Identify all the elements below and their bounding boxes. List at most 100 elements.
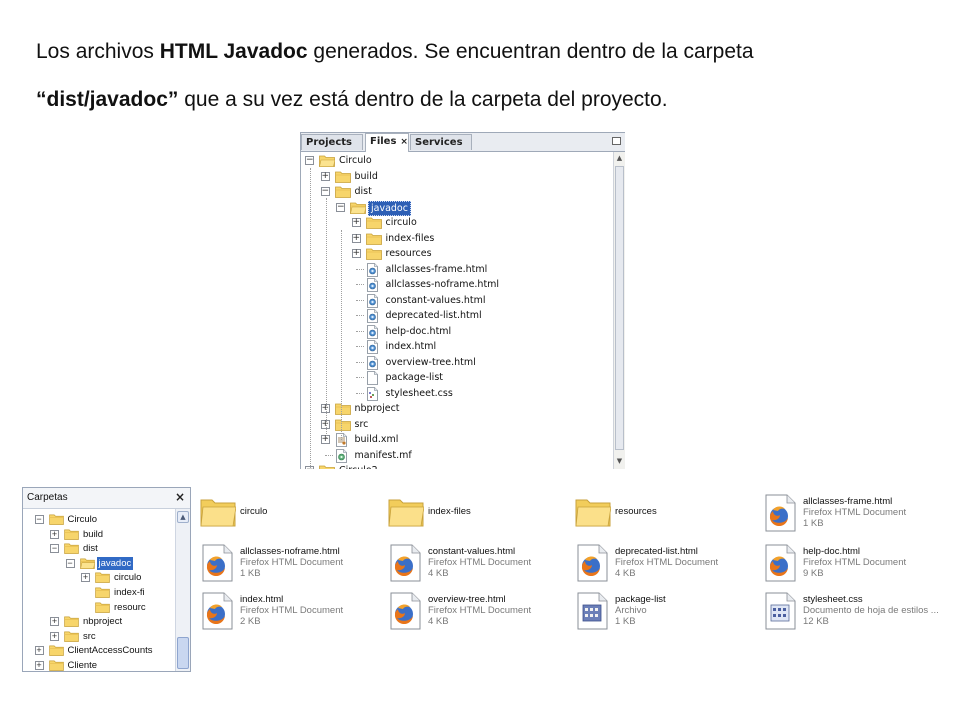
expand-icon[interactable]: +: [50, 529, 59, 539]
vertical-scrollbar[interactable]: ▲ ▼: [613, 152, 625, 469]
file-tile[interactable]: deprecated-list.html Firefox HTML Documen…: [575, 544, 755, 588]
tree-node-label: index-files: [385, 232, 435, 244]
tree-node-label: Circulo2: [337, 464, 380, 469]
tree-node-label: allclasses-frame.html: [385, 263, 488, 275]
folder-node-label: ClientAccessCounts: [67, 645, 153, 657]
file-tile[interactable]: allclasses-frame.html Firefox HTML Docume…: [763, 494, 943, 538]
file-tile[interactable]: circulo: [200, 494, 380, 538]
firefox-document-icon: [388, 544, 424, 584]
tree-node[interactable]: −Circulo2: [301, 463, 611, 469]
folder-node-label: build: [83, 528, 104, 540]
tree-node[interactable]: deprecated-list.html: [301, 308, 611, 323]
tree-node[interactable]: + resources: [301, 246, 611, 261]
minimize-icon[interactable]: [612, 137, 621, 145]
close-icon[interactable]: ×: [175, 490, 185, 504]
expand-icon[interactable]: +: [351, 233, 361, 243]
expand-icon[interactable]: +: [351, 249, 361, 258]
file-tile[interactable]: allclasses-noframe.html Firefox HTML Docu…: [200, 544, 380, 588]
folder-icon: [200, 494, 237, 534]
expand-icon[interactable]: +: [50, 631, 59, 641]
tree-node[interactable]: stylesheet.css: [301, 386, 611, 401]
tab-services[interactable]: Services: [410, 134, 472, 150]
folder-node[interactable]: + src: [23, 629, 173, 644]
tree-node-label: package-list: [385, 372, 444, 383]
tree-node[interactable]: overview-tree.html: [301, 355, 611, 370]
folder-node[interactable]: + circulo: [23, 570, 173, 585]
tree-node[interactable]: − dist: [301, 184, 611, 199]
tree-node[interactable]: index.html: [301, 339, 611, 354]
folder-icon: [388, 494, 425, 534]
scrollbar-thumb[interactable]: [177, 637, 189, 669]
scroll-up-icon[interactable]: ▲: [615, 153, 624, 163]
tree-node[interactable]: + nbproject: [301, 401, 611, 416]
expand-icon[interactable]: +: [34, 661, 44, 670]
tree-node[interactable]: allclasses-frame.html: [301, 262, 611, 277]
collapse-icon[interactable]: −: [336, 202, 345, 212]
file-type: Firefox HTML Document: [803, 557, 907, 568]
tree-node-label: resources: [385, 248, 432, 259]
expand-icon[interactable]: +: [320, 171, 330, 181]
tree-node[interactable]: + index-files: [301, 231, 611, 246]
file-tile[interactable]: help-doc.html Firefox HTML Document 9 KB: [763, 544, 943, 588]
file-tile[interactable]: overview-tree.html Firefox HTML Document 4…: [388, 592, 568, 636]
file-tile[interactable]: package-list Archivo 1 KB: [575, 592, 755, 636]
folder-node[interactable]: − Circulo: [23, 512, 173, 527]
tab-label: Files: [370, 136, 397, 147]
folder-node[interactable]: − dist: [23, 541, 173, 556]
tree-node[interactable]: package-list: [301, 370, 611, 385]
collapse-icon[interactable]: −: [34, 515, 44, 524]
tree-node[interactable]: − Circulo: [301, 153, 611, 168]
expand-icon[interactable]: +: [81, 573, 90, 583]
file-name: allclasses-noframe.html: [240, 546, 340, 557]
tree-guide-line: [355, 268, 364, 270]
file-size: 4 KB: [428, 568, 449, 579]
collapse-icon[interactable]: −: [65, 558, 75, 568]
close-icon[interactable]: ×: [400, 137, 408, 147]
vertical-scrollbar[interactable]: ▲: [175, 509, 190, 671]
tree-node[interactable]: allclasses-noframe.html: [301, 277, 611, 292]
collapse-icon[interactable]: −: [50, 544, 59, 554]
file-name: constant-values.html: [428, 546, 516, 557]
file-name: circulo: [240, 506, 268, 517]
scrollbar-thumb[interactable]: [615, 166, 624, 450]
tree-node[interactable]: + src: [301, 417, 611, 432]
explorer-folders-pane: Carpetas × − Circulo + build − dist − javadoc + c…: [22, 487, 191, 672]
tree-node[interactable]: constant-values.html: [301, 293, 611, 308]
tree-node[interactable]: − javadoc: [301, 200, 611, 216]
scroll-up-icon[interactable]: ▲: [177, 511, 189, 523]
file-tile[interactable]: index-files: [388, 494, 568, 538]
tab-projects[interactable]: Projects: [301, 134, 363, 150]
tab-files[interactable]: Files ×: [365, 133, 409, 152]
tab-label: Services: [415, 137, 463, 148]
folder-node[interactable]: + Cliente: [23, 658, 173, 671]
tree-node[interactable]: + circulo: [301, 215, 611, 230]
scroll-down-icon[interactable]: ▼: [615, 456, 624, 466]
folder-node-label: dist: [83, 543, 98, 555]
tree-guide-line: [325, 198, 327, 438]
tree-guide-line: [324, 454, 333, 456]
expand-icon[interactable]: +: [351, 218, 361, 227]
tree-node[interactable]: + build.xml: [301, 432, 611, 447]
folder-node[interactable]: − javadoc: [23, 556, 173, 571]
folder-node[interactable]: resourc: [23, 600, 173, 615]
file-tile[interactable]: stylesheet.css Documento de hoja de estil…: [763, 592, 943, 636]
generic-file-icon: [575, 592, 611, 632]
expand-icon[interactable]: +: [50, 617, 59, 627]
folder-node[interactable]: + nbproject: [23, 614, 173, 629]
file-tile[interactable]: resources: [575, 494, 755, 538]
folder-node[interactable]: + ClientAccessCounts: [23, 643, 173, 658]
file-tile[interactable]: index.html Firefox HTML Document 2 KB: [200, 592, 380, 636]
tree-node[interactable]: manifest.mf: [301, 448, 611, 463]
tree-node-label: javadoc: [368, 200, 411, 216]
folder-node[interactable]: index-fi: [23, 585, 173, 600]
tree-node[interactable]: help-doc.html: [301, 324, 611, 339]
file-tile[interactable]: constant-values.html Firefox HTML Documen…: [388, 544, 568, 588]
file-size: 4 KB: [428, 616, 449, 627]
tree-node[interactable]: + build: [301, 169, 611, 184]
folder-node[interactable]: + build: [23, 527, 173, 542]
expand-icon[interactable]: +: [34, 646, 44, 656]
collapse-icon[interactable]: −: [305, 156, 314, 165]
file-type: Firefox HTML Document: [428, 605, 532, 616]
collapse-icon[interactable]: −: [320, 187, 330, 196]
tree-guide-line: [310, 168, 311, 468]
